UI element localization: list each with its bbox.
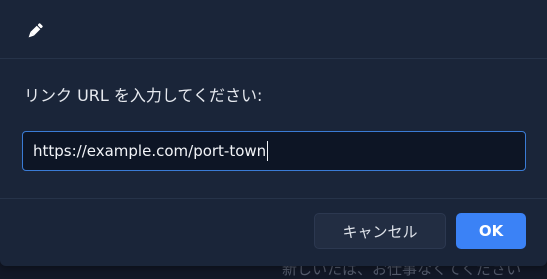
prompt-label: リンク URL を入力してください: [24, 86, 263, 105]
url-input-value[interactable]: https://example.com/port-town [33, 142, 266, 160]
cancel-button[interactable]: キャンセル [314, 213, 446, 249]
text-caret [267, 141, 269, 161]
link-url-dialog: リンク URL を入力してください: https://example.com/p… [0, 0, 547, 266]
dialog-header [0, 0, 547, 59]
dialog-footer: キャンセル OK [0, 198, 547, 267]
pencil-icon [24, 20, 46, 42]
url-input[interactable]: https://example.com/port-town [22, 131, 526, 171]
ok-button[interactable]: OK [456, 213, 526, 249]
